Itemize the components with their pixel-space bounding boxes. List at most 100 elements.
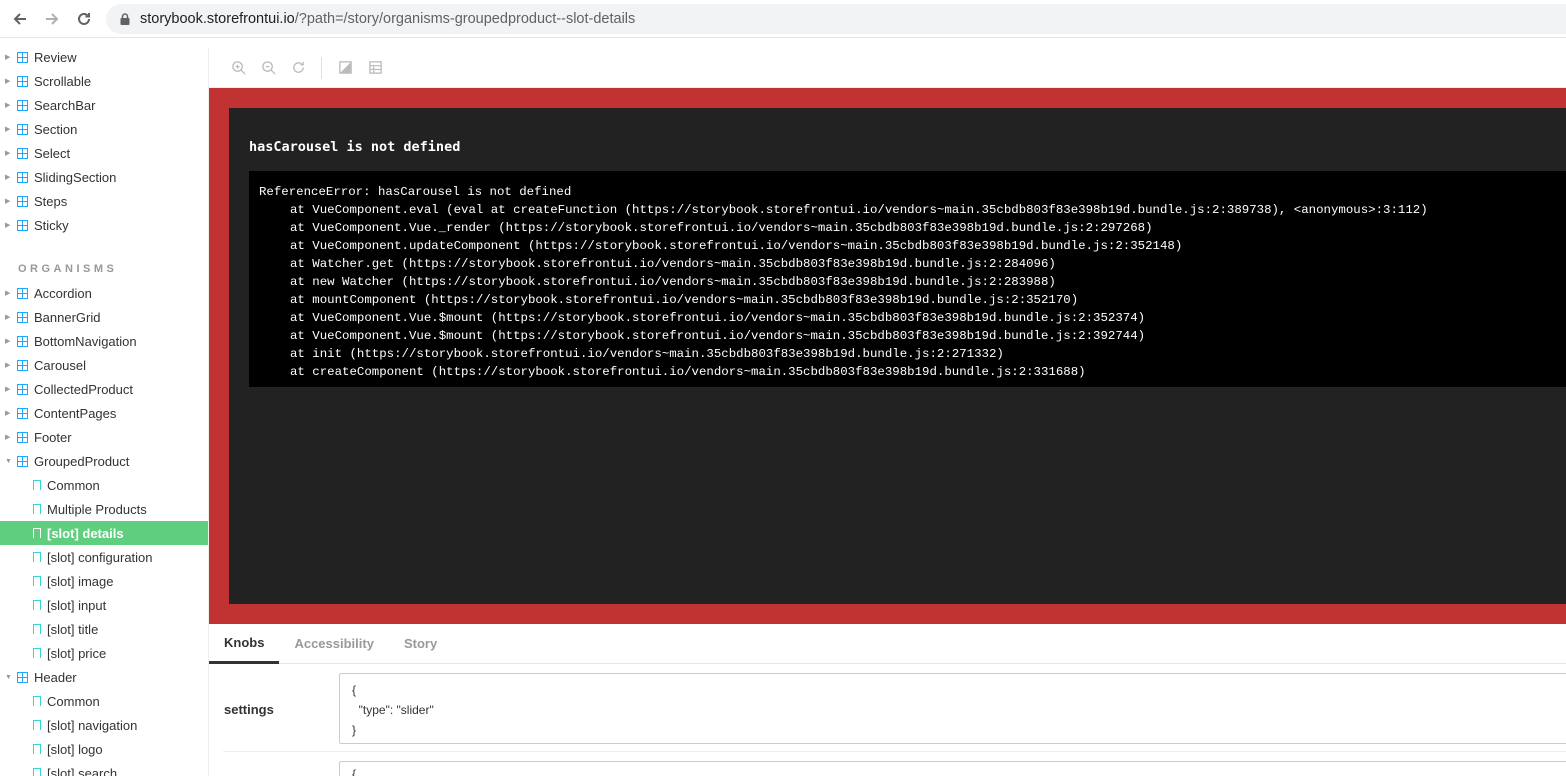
expand-arrow-icon: ▶ — [5, 434, 11, 441]
sidebar-item-review[interactable]: ▶ Review — [0, 45, 208, 69]
error-overlay: hasCarousel is not defined ReferenceErro… — [209, 88, 1566, 624]
expand-arrow-icon: ▶ — [5, 410, 11, 417]
sidebar-item-carousel[interactable]: ▶ Carousel — [0, 353, 208, 377]
component-icon — [17, 431, 28, 443]
component-icon — [17, 287, 28, 299]
address-bar[interactable]: storybook.storefrontui.io/?path=/story/o… — [106, 4, 1566, 34]
story-slot-navigation[interactable]: [slot] navigation — [0, 713, 208, 737]
sidebar-item-sticky[interactable]: ▶ Sticky — [0, 213, 208, 237]
sidebar-item-label: CollectedProduct — [34, 381, 133, 397]
expand-arrow-icon: ▶ — [5, 362, 11, 369]
story-slot-details[interactable]: [slot] details — [0, 521, 208, 545]
sidebar-item-collectedproduct[interactable]: ▶ CollectedProduct — [0, 377, 208, 401]
zoom-out-icon — [261, 61, 276, 75]
back-button[interactable] — [4, 3, 36, 35]
sidebar-item-label: SlidingSection — [34, 169, 117, 185]
zoom-in-button[interactable] — [223, 53, 253, 83]
story-label: [slot] search — [47, 765, 118, 776]
stack-trace-line: at mountComponent (https://storybook.sto… — [290, 293, 1079, 307]
sidebar-item-searchbar[interactable]: ▶ SearchBar — [0, 93, 208, 117]
story-slot-image[interactable]: [slot] image — [0, 569, 208, 593]
sidebar-item-footer[interactable]: ▶ Footer — [0, 425, 208, 449]
expand-arrow-icon: ▶ — [5, 386, 11, 393]
story-label: Common — [47, 693, 100, 709]
sidebar-section-heading: ORGANISMS — [18, 263, 118, 275]
story-slot-input[interactable]: [slot] input — [0, 593, 208, 617]
sidebar-item-label: BottomNavigation — [34, 333, 137, 349]
sidebar-item-label: Carousel — [34, 357, 87, 373]
zoom-out-button[interactable] — [253, 53, 283, 83]
sidebar-item-contentpages[interactable]: ▶ ContentPages — [0, 401, 208, 425]
toolbar-divider — [321, 56, 322, 79]
forward-button[interactable] — [36, 3, 68, 35]
story-header-common[interactable]: Common — [0, 689, 208, 713]
forward-arrow-icon — [46, 12, 59, 25]
expand-arrow-icon: ▶ — [5, 222, 11, 229]
collapse-arrow-icon: ▼ — [5, 457, 12, 465]
sidebar-item-label: Select — [34, 145, 71, 161]
component-icon — [17, 335, 28, 347]
background-button[interactable] — [330, 53, 360, 83]
background-icon — [338, 61, 352, 74]
sidebar-item-section[interactable]: ▶ Section — [0, 117, 208, 141]
story-label: [slot] input — [47, 597, 107, 613]
component-icon — [17, 99, 28, 111]
preview-toolbar — [209, 48, 1566, 88]
story-slot-search[interactable]: [slot] search — [0, 761, 208, 776]
stack-trace-line: ReferenceError: hasCarousel is not defin… — [259, 185, 572, 199]
error-title: hasCarousel is not defined — [249, 139, 461, 155]
sidebar-item-bannergrid[interactable]: ▶ BannerGrid — [0, 305, 208, 329]
story-label: [slot] navigation — [47, 717, 138, 733]
sidebar-item-label: Footer — [34, 429, 72, 445]
component-icon — [17, 51, 28, 63]
expand-arrow-icon: ▶ — [5, 290, 11, 297]
browser-toolbar: storybook.storefrontui.io/?path=/story/o… — [0, 0, 1566, 38]
sidebar-item-select[interactable]: ▶ Select — [0, 141, 208, 165]
stack-trace-line: at VueComponent.Vue.$mount (https://stor… — [290, 311, 1146, 325]
bookmark-icon — [33, 696, 41, 706]
story-slot-logo[interactable]: [slot] logo — [0, 737, 208, 761]
sidebar-item-scrollable[interactable]: ▶ Scrollable — [0, 69, 208, 93]
sidebar-item-label: Section — [34, 121, 78, 137]
next-knob-field[interactable]: { — [339, 761, 1566, 776]
stack-trace-line: at createComponent (https://storybook.st… — [290, 365, 1086, 379]
story-slot-configuration[interactable]: [slot] configuration — [0, 545, 208, 569]
component-icon — [17, 407, 28, 419]
sidebar-item-groupedproduct[interactable]: ▼ GroupedProduct — [0, 449, 208, 473]
component-icon — [17, 359, 28, 371]
bookmark-icon — [33, 600, 41, 610]
grid-button[interactable] — [360, 53, 390, 83]
reload-button[interactable] — [68, 3, 100, 35]
zoom-reset-button[interactable] — [283, 53, 313, 83]
component-icon — [17, 383, 28, 395]
component-icon — [17, 195, 28, 207]
story-slot-title[interactable]: [slot] title — [0, 617, 208, 641]
bookmark-icon — [33, 528, 41, 538]
component-icon — [17, 455, 28, 467]
sidebar-item-slidingsection[interactable]: ▶ SlidingSection — [0, 165, 208, 189]
story-slot-price[interactable]: [slot] price — [0, 641, 208, 665]
url-host: storybook.storefrontui.io — [140, 11, 295, 27]
story-common[interactable]: Common — [0, 473, 208, 497]
expand-arrow-icon: ▶ — [5, 314, 11, 321]
story-label: [slot] details — [47, 525, 124, 541]
tab-knobs[interactable]: Knobs — [209, 624, 280, 664]
tab-story[interactable]: Story — [389, 624, 452, 664]
sidebar-item-header[interactable]: ▼ Header — [0, 665, 208, 689]
sidebar-item-bottomnavigation[interactable]: ▶ BottomNavigation — [0, 329, 208, 353]
story-multiple-products[interactable]: Multiple Products — [0, 497, 208, 521]
bookmark-icon — [33, 576, 41, 586]
stack-trace-line: at VueComponent.updateComponent (https:/… — [290, 239, 1183, 253]
zoom-in-icon — [231, 61, 246, 75]
tab-accessibility[interactable]: Accessibility — [279, 624, 389, 664]
sidebar-item-accordion[interactable]: ▶ Accordion — [0, 281, 208, 305]
stack-trace-line: at VueComponent.Vue._render (https://sto… — [290, 221, 1153, 235]
stack-trace-line: at VueComponent.Vue.$mount (https://stor… — [290, 329, 1146, 343]
story-label: [slot] title — [47, 621, 99, 637]
settings-json-field[interactable]: { "type": "slider" } — [339, 673, 1566, 744]
stack-trace-line: at VueComponent.eval (eval at createFunc… — [290, 203, 1428, 217]
expand-arrow-icon: ▶ — [5, 150, 11, 157]
bookmark-icon — [33, 624, 41, 634]
sidebar-item-steps[interactable]: ▶ Steps — [0, 189, 208, 213]
stack-trace: ReferenceError: hasCarousel is not defin… — [249, 171, 1566, 387]
